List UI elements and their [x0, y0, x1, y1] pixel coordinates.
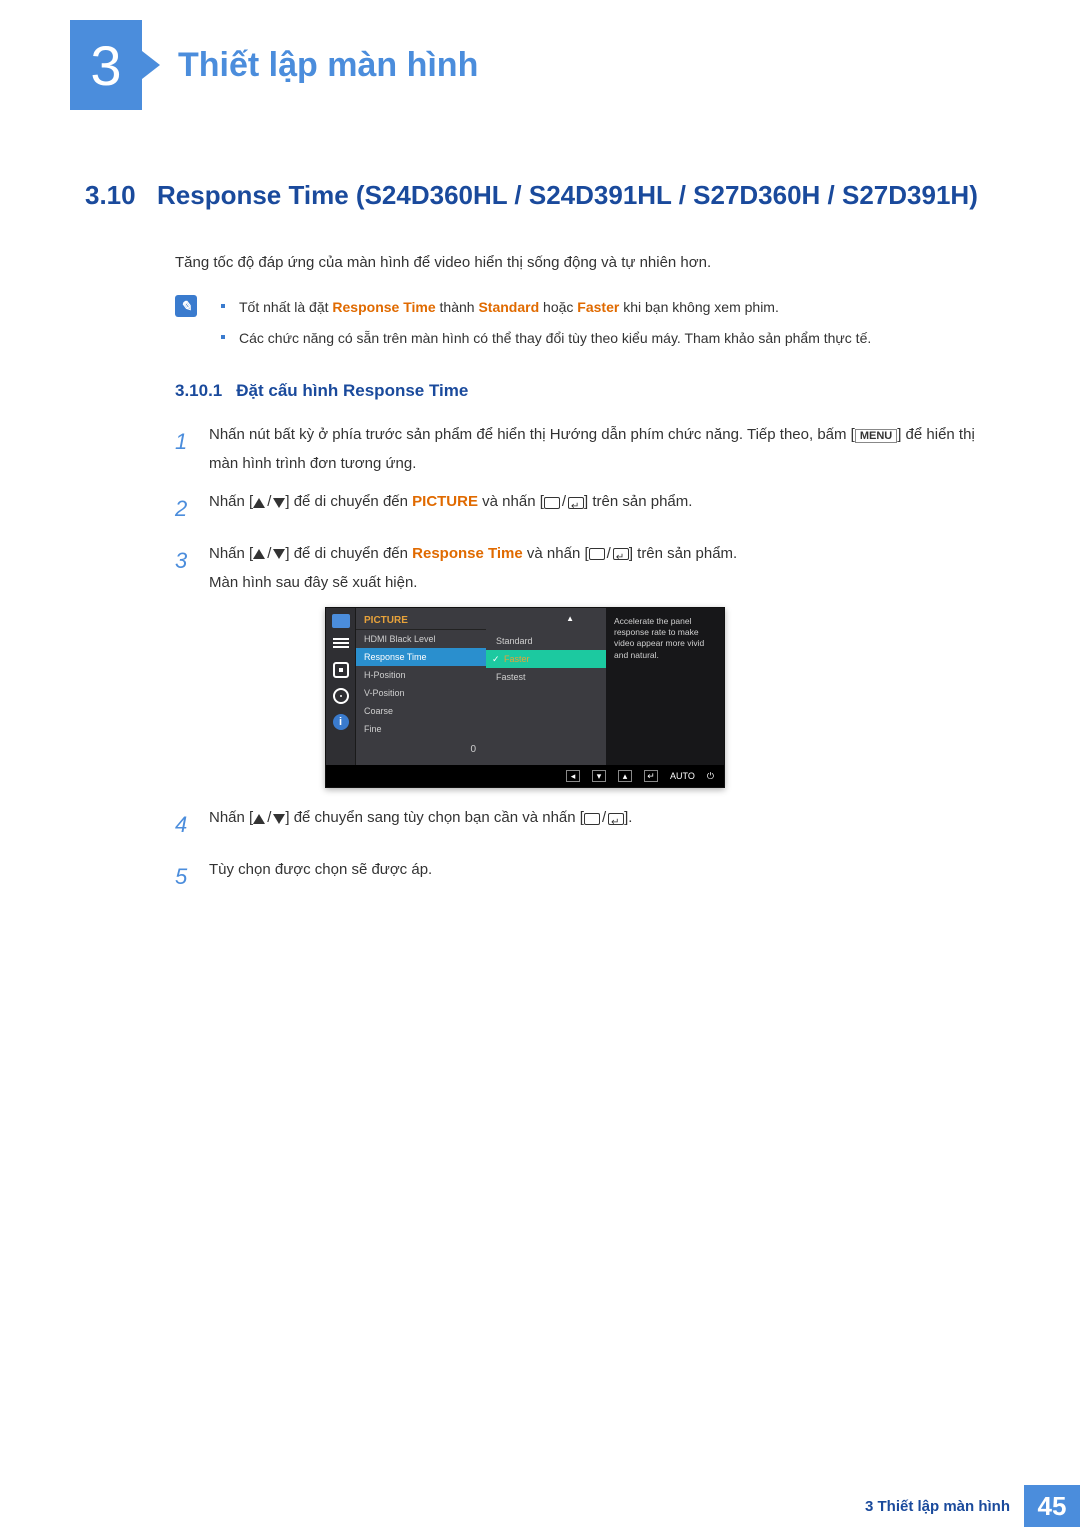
osd-menu-item: Coarse: [356, 702, 486, 720]
section-number: 3.10: [85, 180, 157, 211]
osd-power-icon: ⏻: [707, 771, 714, 782]
note-item-2: Các chức năng có sẵn trên màn hình có th…: [221, 326, 871, 351]
note-item-1: Tốt nhất là đặt Response Time thành Stan…: [221, 295, 871, 320]
osd-nav-left-icon: ◂: [566, 770, 580, 782]
osd-menu-item: V-Position: [356, 684, 486, 702]
chapter-number: 3: [90, 33, 121, 98]
osd-menu-list: PICTURE HDMI Black Level Response Time H…: [356, 608, 486, 765]
osd-option: Fastest: [486, 668, 606, 686]
osd-menu-title: PICTURE: [356, 612, 486, 630]
select-enter-icon: /: [589, 540, 629, 569]
osd-nav-enter-icon: ↵: [644, 770, 658, 782]
osd-menu-item-active: Response Time: [356, 648, 486, 666]
footer-page-number: 45: [1024, 1485, 1080, 1527]
osd-panel: ▲ i PICTURE HDMI Black Level Response Ti…: [325, 607, 725, 788]
subsection-title: Đặt cấu hình Response Time: [236, 381, 468, 401]
osd-auto-label: AUTO: [670, 771, 695, 781]
subsection-heading: 3.10.1 Đặt cấu hình Response Time: [175, 381, 990, 401]
osd-menu-item: HDMI Black Level: [356, 630, 486, 648]
chapter-title: Thiết lập màn hình: [178, 46, 478, 85]
chapter-number-box: 3: [70, 20, 142, 110]
step-4: 4 Nhấn [/] để chuyển sang tùy chọn bạn c…: [175, 804, 990, 846]
step-1: 1 Nhấn nút bất kỳ ở phía trước sản phẩm …: [175, 421, 990, 478]
step-number: 2: [175, 488, 209, 530]
step-number: 5: [175, 856, 209, 898]
osd-nav-up-icon: ▴: [618, 770, 632, 782]
osd-option-selected: Faster: [486, 650, 606, 668]
picture-tab-icon: [332, 614, 350, 628]
osd-menu-item: Fine: [356, 720, 486, 738]
step-2: 2 Nhấn [/] để di chuyển đến PICTURE và n…: [175, 488, 990, 530]
step-3: 3 Nhấn [/] để di chuyển đến Response Tim…: [175, 540, 990, 597]
subsection-number: 3.10.1: [175, 381, 222, 401]
menu-button-label: MENU: [855, 429, 897, 443]
step-number: 1: [175, 421, 209, 478]
osd-option: Standard: [486, 632, 606, 650]
section-heading: 3.10 Response Time (S24D360HL / S24D391H…: [85, 180, 990, 211]
footer-chapter-title: 3 Thiết lập màn hình: [865, 1485, 1024, 1527]
select-enter-icon: /: [584, 804, 624, 833]
section-title: Response Time (S24D360HL / S24D391HL / S…: [157, 180, 978, 210]
menu-tab-icon: [333, 638, 349, 652]
settings-tab-icon: [333, 662, 349, 678]
step-5: 5 Tùy chọn được chọn sẽ được áp.: [175, 856, 990, 898]
system-tab-icon: [333, 688, 349, 704]
osd-menu-item: H-Position: [356, 666, 486, 684]
up-down-arrow-icon: /: [253, 804, 285, 833]
osd-footer: ◂ ▾ ▴ ↵ AUTO ⏻: [326, 765, 724, 787]
page-footer: 3 Thiết lập màn hình 45: [0, 1485, 1080, 1527]
chapter-header: 3 Thiết lập màn hình: [0, 0, 1080, 110]
step-number: 3: [175, 540, 209, 597]
osd-figure: ▲ i PICTURE HDMI Black Level Response Ti…: [325, 607, 990, 788]
up-down-arrow-icon: /: [253, 540, 285, 569]
note-block: ✎ Tốt nhất là đặt Response Time thành St…: [175, 295, 990, 357]
note-icon: ✎: [175, 295, 197, 317]
select-enter-icon: /: [544, 488, 584, 517]
step-number: 4: [175, 804, 209, 846]
osd-nav-down-icon: ▾: [592, 770, 606, 782]
osd-options: Standard Faster Fastest: [486, 608, 606, 765]
osd-sidebar: i: [326, 608, 356, 765]
info-tab-icon: i: [333, 714, 349, 730]
up-down-arrow-icon: /: [253, 488, 285, 517]
steps-list: 1 Nhấn nút bất kỳ ở phía trước sản phẩm …: [175, 421, 990, 898]
osd-description: Accelerate the panel response rate to ma…: [606, 608, 724, 765]
intro-text: Tăng tốc độ đáp ứng của màn hình để vide…: [175, 251, 990, 275]
osd-value: 0: [356, 738, 486, 761]
section-body: 3.10 Response Time (S24D360HL / S24D391H…: [0, 110, 1080, 898]
scroll-up-indicator-icon: ▲: [566, 614, 574, 623]
note-list: Tốt nhất là đặt Response Time thành Stan…: [221, 295, 871, 357]
